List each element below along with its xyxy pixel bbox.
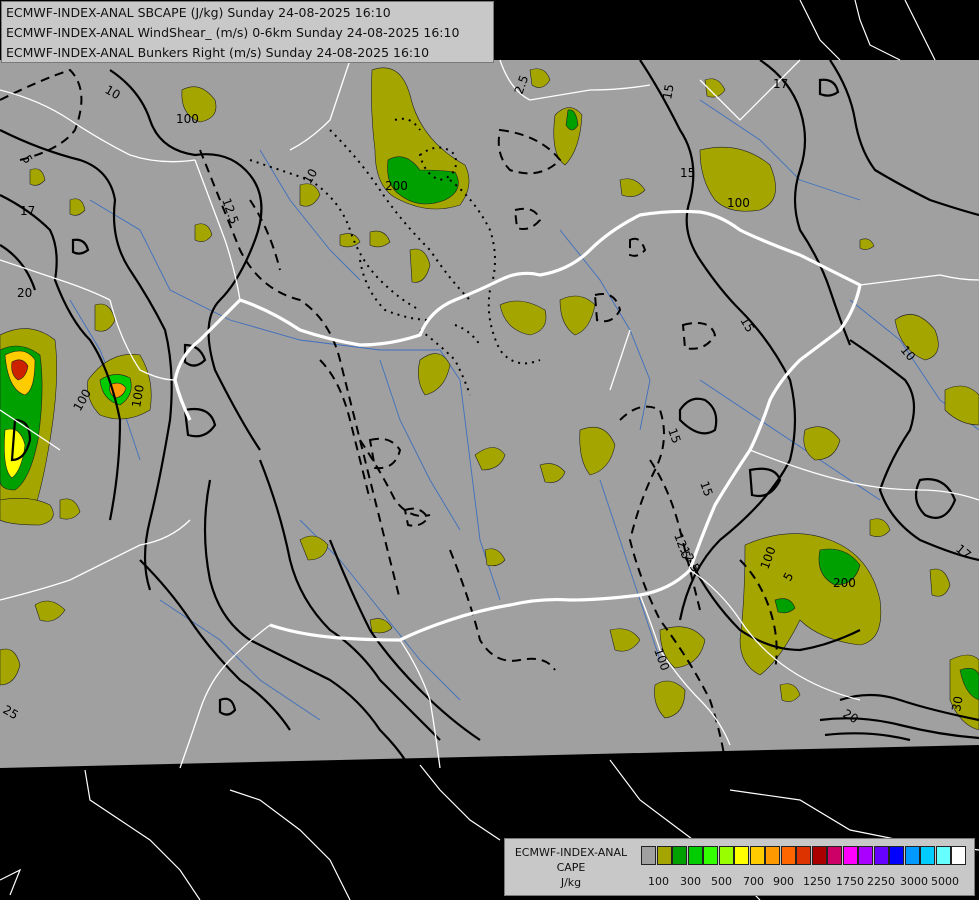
legend-swatch [920,846,935,865]
legend-tick-label: 1250 [803,875,831,888]
legend-swatch [765,846,780,865]
legend-swatch [687,846,703,865]
contour-label: 100 [176,112,199,126]
model-domain [0,60,979,768]
legend-swatch [858,846,873,865]
legend-tick-label: 3000 [900,875,928,888]
legend-tick-label: 1750 [836,875,864,888]
legend-swatch [718,846,734,865]
contour-label: 17 [773,77,788,91]
legend-swatch [641,846,656,865]
legend-tick-label: 5000 [931,875,959,888]
title-bunkers: ECMWF-INDEX-ANAL Bunkers Right (m/s) Sun… [6,45,430,60]
legend-tick-label: 900 [773,875,794,888]
legend-swatch [889,846,904,865]
legend-swatch [672,846,687,865]
contour-label: 17 [20,204,35,218]
legend-swatch [796,846,811,865]
contour-label: 15 [660,83,676,100]
legend-tick-label: 100 [648,875,669,888]
legend-swatch [827,846,842,865]
contour-label: 100 [727,196,750,210]
legend-unit: J/kg [560,876,582,889]
legend-variable: CAPE [556,861,586,874]
contour-label: 15 [680,166,695,180]
legend-swatch [703,846,718,865]
legend-tick-label: 2250 [867,875,895,888]
contour-label: 200 [833,576,856,590]
legend-swatch [656,846,672,865]
legend-swatch [842,846,858,865]
cape-legend: ECMWF-INDEX-ANAL CAPE J/kg 100 300 500 700 9… [504,838,975,896]
contour-label: 30 [949,695,965,712]
legend-source: ECMWF-INDEX-ANAL [514,846,628,859]
title-box: ECMWF-INDEX-ANAL SBCAPE (J/kg) Sunday 24… [1,1,494,63]
legend-tick-label: 300 [680,875,701,888]
legend-swatch [951,846,966,865]
legend-swatch [904,846,920,865]
legend-swatch [734,846,749,865]
title-cape: ECMWF-INDEX-ANAL SBCAPE (J/kg) Sunday 24… [6,5,391,20]
legend-swatch [780,846,796,865]
contour-label: 20 [17,286,32,300]
legend-swatch [749,846,765,865]
legend-swatch [935,846,951,865]
legend-tick-label: 700 [743,875,764,888]
legend-swatch [873,846,889,865]
legend-swatch [811,846,827,865]
legend-tick-label: 500 [711,875,732,888]
title-windshear: ECMWF-INDEX-ANAL WindShear_ (m/s) 0-6km … [6,25,460,40]
weather-map: 10 100 2.5 15 17 12.5 10 200 15 100 20 1… [0,0,979,900]
contour-label: 200 [385,179,408,193]
